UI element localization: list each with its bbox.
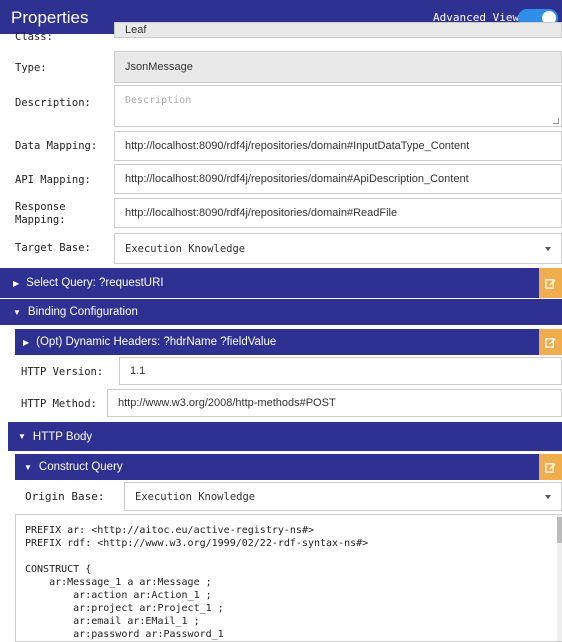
binding-configuration-section[interactable]: ▼ Binding Configuration [0,299,562,325]
editor-scrollbar[interactable] [557,515,562,641]
origin-base-select[interactable]: Execution Knowledge [124,482,562,511]
construct-query-edit-button[interactable] [539,454,562,480]
description-placeholder: Description [125,95,192,106]
class-value: Leaf [125,24,147,36]
type-field[interactable]: JsonMessage [114,51,562,83]
caret-down-icon: ▼ [24,462,32,472]
http-version-value: 1.1 [130,365,146,377]
http-body-section[interactable]: ▼ HTTP Body [8,422,562,451]
resize-handle-icon[interactable] [553,118,559,124]
http-method-field[interactable]: http://www.w3.org/2008/http-methods#POST [107,389,562,417]
code-line: ar:email ar:EMail_1 ; [25,616,200,627]
select-query-section[interactable]: ▶ Select Query: ?requestURI [0,268,562,298]
response-mapping-label: Response Mapping: [15,201,66,227]
code-content: PREFIX ar: <http://aitoc.eu/active-regis… [16,515,562,641]
scroll-thumb[interactable] [557,517,562,543]
construct-query-editor[interactable]: PREFIX ar: <http://aitoc.eu/active-regis… [15,514,562,642]
dynamic-headers-title: (Opt) Dynamic Headers: ?hdrName ?fieldVa… [36,336,277,348]
type-value: JsonMessage [125,61,193,73]
code-line: ar:project ar:Project_1 ; [25,603,224,614]
caret-down-icon: ▼ [18,432,26,441]
data-mapping-value: http://localhost:8090/rdf4j/repositories… [125,140,470,152]
response-mapping-value: http://localhost:8090/rdf4j/repositories… [125,207,398,219]
api-mapping-label: API Mapping: [15,174,91,186]
target-base-value: Execution Knowledge [125,242,246,255]
edit-icon [545,278,556,289]
origin-base-label: Origin Base: [25,490,105,503]
response-mapping-field[interactable]: http://localhost:8090/rdf4j/repositories… [114,198,562,228]
description-label: Description: [15,97,91,109]
edit-icon [545,462,556,473]
select-query-edit-button[interactable] [539,268,562,298]
description-textarea[interactable]: Description [114,85,562,127]
dynamic-headers-section[interactable]: ▶ (Opt) Dynamic Headers: ?hdrName ?field… [15,329,562,355]
chevron-down-icon [545,246,551,251]
caret-down-icon: ▼ [13,307,21,317]
type-label: Type: [15,62,47,74]
code-line: PREFIX rdf: <http://www.w3.org/1999/02/2… [25,538,369,549]
http-version-field[interactable]: 1.1 [119,357,562,385]
http-version-label: HTTP Version: [21,366,104,378]
target-base-label: Target Base: [15,242,91,254]
code-line: ar:Message_1 a ar:Message ; [25,577,212,588]
http-method-label: HTTP Method: [21,398,97,410]
edit-icon [545,337,556,348]
api-mapping-value: http://localhost:8090/rdf4j/repositories… [125,173,469,185]
panel-title: Properties [11,8,89,27]
code-line: PREFIX ar: <http://aitoc.eu/active-regis… [25,525,314,536]
target-base-select[interactable]: Execution Knowledge [114,233,562,264]
code-line: ar:password ar:Password_1 [25,629,224,640]
dynamic-headers-edit-button[interactable] [539,329,562,355]
origin-base-value: Execution Knowledge [135,490,256,503]
caret-right-icon: ▶ [13,278,20,288]
class-field[interactable]: Leaf [114,22,562,38]
chevron-down-icon [545,494,551,499]
http-method-value: http://www.w3.org/2008/http-methods#POST [118,397,336,409]
http-body-title: HTTP Body [32,430,93,443]
response-mapping-label-line1: Response [15,201,66,213]
data-mapping-field[interactable]: http://localhost:8090/rdf4j/repositories… [114,131,562,161]
api-mapping-field[interactable]: http://localhost:8090/rdf4j/repositories… [114,164,562,194]
caret-right-icon: ▶ [23,337,30,347]
code-line: CONSTRUCT { [25,564,92,575]
data-mapping-label: Data Mapping: [15,140,98,152]
class-label: Class: [15,31,53,43]
code-line: ar:action ar:Action_1 ; [25,590,212,601]
construct-query-title: Construct Query [38,461,123,473]
response-mapping-label-line2: Mapping: [15,214,66,226]
select-query-title: Select Query: ?requestURI [26,277,164,289]
binding-configuration-title: Binding Configuration [27,306,138,318]
construct-query-section[interactable]: ▼ Construct Query [15,454,562,480]
